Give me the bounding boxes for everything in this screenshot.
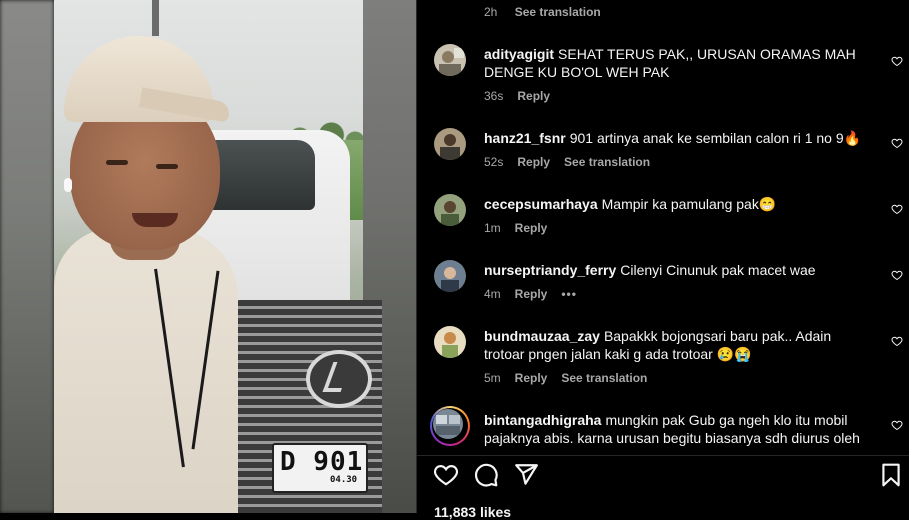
send-icon[interactable] — [513, 462, 539, 488]
heart-icon[interactable] — [891, 137, 903, 149]
heart-icon[interactable] — [891, 269, 903, 281]
reply-button[interactable]: Reply — [517, 155, 550, 169]
avatar[interactable] — [434, 44, 466, 76]
comment-time: 5m — [484, 371, 501, 385]
person-hoodie — [54, 228, 238, 513]
more-options-icon[interactable]: ••• — [561, 287, 577, 301]
see-translation-link[interactable]: See translation — [515, 5, 601, 19]
reply-button[interactable]: Reply — [515, 221, 548, 235]
utility-pole — [152, 0, 159, 36]
license-plate: D 901 04.30 — [272, 443, 368, 493]
comment-username[interactable]: cecepsumarhaya — [484, 196, 598, 212]
avatar[interactable] — [434, 194, 466, 226]
comment-username[interactable]: adityagigit — [484, 46, 554, 62]
plate-expiry: 04.30 — [330, 475, 358, 485]
heart-icon[interactable] — [433, 462, 459, 488]
plate-number: D 901 — [280, 447, 364, 477]
comment-body: Cilenyi Cinunuk pak macet wae — [620, 262, 816, 278]
comments-list[interactable]: 2h See translation adityagigit SEHAT TERU… — [417, 0, 909, 455]
see-translation-link[interactable]: See translation — [561, 371, 647, 385]
heart-icon[interactable] — [891, 419, 903, 431]
reply-button[interactable]: Reply — [517, 89, 550, 103]
comment-body: Mampir ka pamulang pak😁 — [601, 196, 777, 212]
comment-time: 2h — [484, 5, 498, 19]
comment-username[interactable]: bintangadhigraha — [484, 412, 601, 428]
reply-button[interactable]: Reply — [515, 287, 548, 301]
post-action-bar: 11,883 likes — [417, 455, 909, 520]
likes-count[interactable]: 11,883 likes — [434, 504, 511, 520]
previous-comment-meta: 2h See translation — [484, 5, 601, 19]
lexus-logo — [306, 350, 372, 408]
comment-username[interactable]: nurseptriandy_ferry — [484, 262, 616, 278]
comment-body: 901 artinya anak ke sembilan calon ri 1 … — [569, 130, 862, 146]
person-mouth — [132, 213, 178, 227]
comment-time: 36s — [484, 89, 504, 103]
avatar[interactable] — [434, 260, 466, 292]
heart-icon[interactable] — [891, 203, 903, 215]
person-eye — [106, 160, 128, 165]
earbud — [64, 178, 72, 192]
comment-time: 1m — [484, 221, 501, 235]
bookmark-icon[interactable] — [878, 462, 904, 488]
story-ring[interactable] — [430, 406, 470, 446]
avatar[interactable] — [434, 326, 466, 358]
comment-icon[interactable] — [473, 462, 499, 488]
reply-button[interactable]: Reply — [515, 371, 548, 385]
heart-icon[interactable] — [891, 55, 903, 67]
avatar[interactable] — [434, 128, 466, 160]
comment-username[interactable]: hanz21_fsnr — [484, 130, 566, 146]
comment-time: 52s — [484, 155, 504, 169]
see-translation-link[interactable]: See translation — [564, 155, 650, 169]
post-media[interactable]: D 901 04.30 — [0, 0, 416, 513]
comment-username[interactable]: bundmauzaa_zay — [484, 328, 600, 344]
heart-icon[interactable] — [891, 335, 903, 347]
avatar[interactable] — [433, 409, 463, 439]
media-blur-left — [0, 0, 54, 513]
person-eye — [156, 164, 178, 169]
comment-time: 4m — [484, 287, 501, 301]
